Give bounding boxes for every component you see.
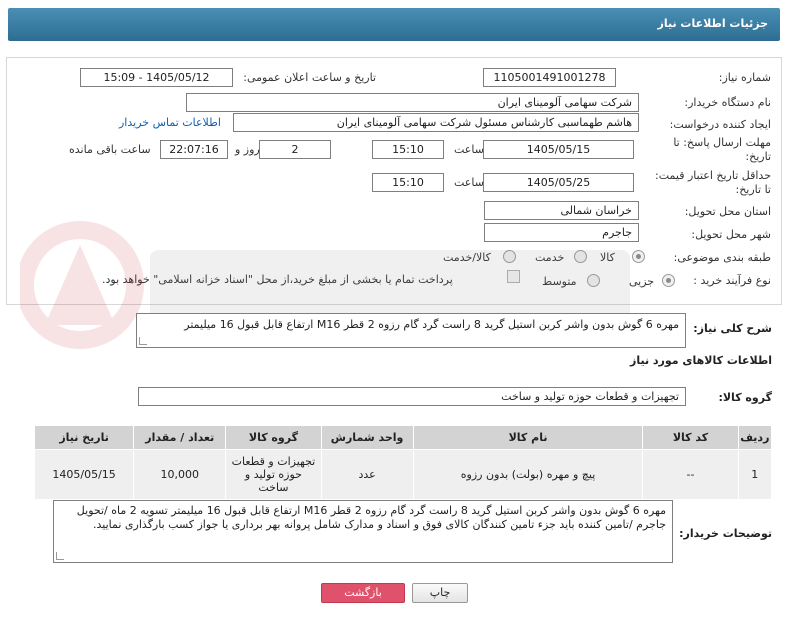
cell-goods-name: پیچ و مهره (بولت) بدون رزوه (412, 449, 644, 500)
col-goods-group: گروه کالا (225, 425, 322, 450)
deadline-label-1: مهلت ارسال پاسخ: تا (673, 136, 771, 149)
deadline-label-2: تاریخ: (745, 150, 771, 163)
cell-row-number: 1 (737, 449, 773, 500)
category-goods-service-radio[interactable] (503, 250, 516, 263)
announce-field[interactable]: 1405/05/12 - 15:09 (80, 68, 233, 87)
buyer-notes-text: مهره 6 گوش بدون واشر کربن استیل گرید 8 ر… (76, 504, 666, 531)
cell-goods-group: تجهیزات و قطعات حوزه تولید و ساخت (225, 449, 322, 500)
remaining-label: ساعت باقی مانده (69, 143, 151, 156)
price-validity-time-label: ساعت (454, 176, 484, 189)
province-field[interactable]: خراسان شمالی (484, 201, 639, 220)
goods-group-label: گروه کالا: (718, 391, 772, 404)
treasury-payment-checkbox[interactable] (507, 270, 520, 283)
purchase-type-label: نوع فرآیند خرید : (693, 274, 771, 287)
col-quantity: تعداد / مقدار (133, 425, 227, 450)
remaining-time-field[interactable]: 22:07:16 (160, 140, 228, 159)
col-unit: واحد شمارش (320, 425, 414, 450)
need-summary-text: مهره 6 گوش بدون واشر کربن استیل گرید 8 ر… (184, 318, 679, 331)
table-row[interactable]: 1 -- پیچ و مهره (بولت) بدون رزوه عدد تجه… (33, 449, 773, 500)
price-validity-date-field[interactable]: 1405/05/25 (483, 173, 634, 192)
purchase-medium-radio[interactable] (587, 274, 600, 287)
city-field[interactable]: جاجرم (484, 223, 639, 242)
price-validity-label-2: تا تاریخ: (735, 183, 771, 196)
creator-label: ایجاد کننده درخواست: (669, 118, 771, 131)
goods-info-title: اطلاعات کالاهای مورد نیاز (630, 354, 772, 367)
print-button[interactable]: چاپ (412, 583, 468, 603)
cell-need-date: 1405/05/15 (33, 449, 135, 500)
need-details-panel: شماره نیاز: 1105001491001278 تاریخ و ساع… (6, 57, 782, 305)
table-header-row: ردیف کد کالا نام کالا واحد شمارش گروه کا… (33, 425, 773, 450)
days-label: روز و (235, 143, 260, 156)
purchase-medium-label: متوسط (542, 275, 577, 288)
creator-field[interactable]: هاشم طهماسبی کارشناس مسئول شرکت سهامی آل… (233, 113, 639, 132)
announce-label: تاریخ و ساعت اعلان عمومی: (243, 71, 376, 84)
page-title: جزئیات اطلاعات نیاز (657, 17, 769, 30)
deadline-date-field[interactable]: 1405/05/15 (483, 140, 634, 159)
resize-handle-icon[interactable] (56, 552, 64, 560)
price-validity-time-field[interactable]: 15:10 (372, 173, 444, 192)
cell-quantity: 10,000 (133, 449, 227, 500)
buyer-org-label: نام دستگاه خریدار: (684, 96, 771, 109)
purchase-minor-radio[interactable] (662, 274, 675, 287)
deadline-time-field[interactable]: 15:10 (372, 140, 444, 159)
category-goods-radio[interactable] (632, 250, 645, 263)
category-goods-label: کالا (600, 251, 615, 264)
price-validity-label-1: حداقل تاریخ اعتبار قیمت: (655, 169, 771, 182)
col-need-date: تاریخ نیاز (33, 425, 135, 450)
purchase-minor-label: جزیی (629, 275, 655, 288)
category-service-label: خدمت (535, 251, 565, 264)
goods-table: ردیف کد کالا نام کالا واحد شمارش گروه کا… (33, 425, 773, 500)
need-number-field[interactable]: 1105001491001278 (483, 68, 616, 87)
buyer-org-field[interactable]: شرکت سهامی آلومینای ایران (186, 93, 639, 112)
page-title-bar: جزئیات اطلاعات نیاز (8, 8, 780, 41)
cell-goods-code: -- (642, 449, 739, 500)
payment-note: پرداخت تمام یا بخشی از مبلغ خرید،از محل … (102, 273, 453, 286)
col-goods-name: نام کالا (412, 425, 644, 450)
need-number-label: شماره نیاز: (718, 71, 771, 84)
buyer-notes-label: توضیحات خریدار: (679, 527, 772, 540)
buyer-notes-box[interactable]: مهره 6 گوش بدون واشر کربن استیل گرید 8 ر… (53, 500, 673, 563)
need-summary-label: شرح کلی نیاز: (693, 322, 772, 335)
province-label: استان محل تحویل: (684, 205, 771, 218)
days-field[interactable]: 2 (259, 140, 331, 159)
resize-handle-icon[interactable] (139, 337, 147, 345)
col-goods-code: کد کالا (642, 425, 739, 450)
buyer-contact-link[interactable]: اطلاعات تماس خریدار (119, 116, 221, 129)
back-button[interactable]: بازگشت (321, 583, 405, 603)
category-goods-service-label: کالا/خدمت (443, 251, 491, 264)
col-row-number: ردیف (737, 425, 773, 450)
deadline-time-label: ساعت (454, 143, 484, 156)
category-label: طبقه بندی موضوعی: (673, 251, 771, 264)
cell-unit: عدد (320, 449, 414, 500)
goods-group-field[interactable]: تجهیزات و قطعات حوزه تولید و ساخت (138, 387, 686, 406)
city-label: شهر محل تحویل: (691, 228, 771, 241)
category-service-radio[interactable] (574, 250, 587, 263)
need-summary-box[interactable]: مهره 6 گوش بدون واشر کربن استیل گرید 8 ر… (136, 313, 686, 348)
